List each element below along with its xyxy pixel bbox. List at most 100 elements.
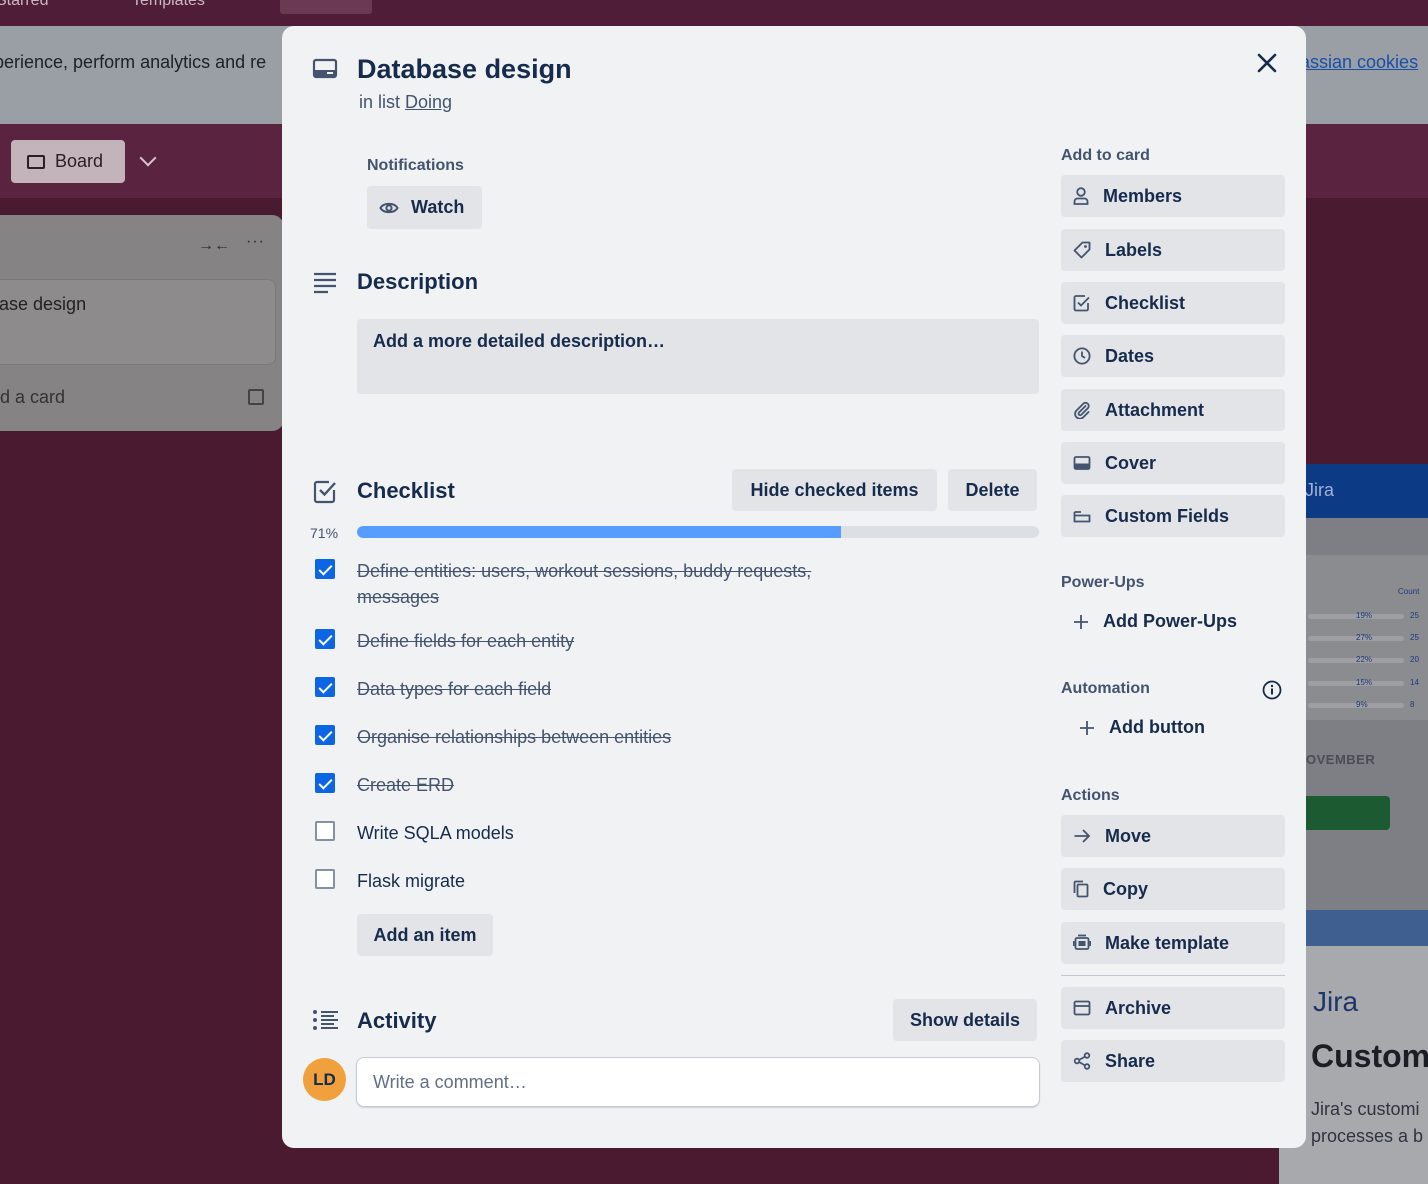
add-power-ups-label: Add Power-Ups: [1103, 611, 1238, 631]
checklist-item-text[interactable]: Define fields for each entity: [357, 628, 877, 654]
checklist-button[interactable]: Checklist: [1061, 282, 1285, 324]
collapse-icon[interactable]: →←: [198, 237, 230, 255]
checklist-item-checkbox[interactable]: [315, 725, 335, 745]
copy-icon: [1073, 880, 1089, 898]
close-button[interactable]: [1252, 48, 1282, 78]
ad-month: OVEMBER: [1306, 752, 1376, 767]
delete-checklist-button[interactable]: Delete: [948, 469, 1037, 511]
description-title: Description: [357, 269, 479, 294]
in-list-prefix: in list: [359, 92, 401, 112]
card-detail-modal: Database design in list Doing Notificati…: [282, 26, 1306, 1148]
archive-icon: [1073, 1000, 1091, 1016]
template-icon: [1073, 934, 1091, 950]
share-icon: [1073, 1052, 1091, 1070]
checklist-item-checkbox[interactable]: [315, 821, 335, 841]
card-list-info: in list Doing: [359, 92, 452, 113]
activity-title: Activity: [357, 1008, 437, 1033]
checklist-label: Checklist: [1105, 292, 1186, 313]
arrow-right-icon: [1074, 829, 1091, 843]
add-card-button[interactable]: d a card: [0, 387, 65, 408]
members-button[interactable]: Members: [1061, 175, 1285, 217]
ad-pct: 9%: [1356, 700, 1368, 709]
avatar[interactable]: LD: [303, 1058, 346, 1101]
more-icon[interactable]: ···: [246, 233, 265, 251]
list-name-link[interactable]: Doing: [405, 92, 452, 112]
members-label: Members: [1103, 185, 1183, 206]
add-power-ups-button[interactable]: Add Power-Ups: [1073, 611, 1237, 632]
board-list: →← ··· base design 7 d a card: [0, 215, 284, 431]
checklist-item-checkbox[interactable]: [315, 559, 335, 579]
watch-label: Watch: [411, 197, 465, 217]
watch-button[interactable]: Watch: [367, 186, 482, 229]
checklist-item-checkbox[interactable]: [315, 629, 335, 649]
dates-label: Dates: [1105, 345, 1155, 366]
show-details-button[interactable]: Show details: [893, 999, 1037, 1041]
checklist-item-checkbox[interactable]: [315, 677, 335, 697]
attachment-button[interactable]: Attachment: [1061, 389, 1285, 431]
archive-button[interactable]: Archive: [1061, 987, 1285, 1029]
make-template-label: Make template: [1105, 932, 1230, 953]
checklist-item-text[interactable]: Flask migrate: [357, 868, 877, 894]
checklist-item-checkbox[interactable]: [315, 869, 335, 889]
nav-templates[interactable]: Templates: [132, 0, 205, 10]
cover-button[interactable]: Cover: [1061, 442, 1285, 484]
labels-label: Labels: [1105, 239, 1163, 260]
make-template-button[interactable]: Make template: [1061, 922, 1285, 964]
ad-count: 25: [1410, 611, 1419, 620]
checklist-item-text[interactable]: Organise relationships between entities: [357, 724, 877, 750]
nav-starred[interactable]: Starred: [0, 0, 48, 10]
ad-top-label: Jira: [1305, 480, 1335, 500]
move-button[interactable]: Move: [1061, 815, 1285, 857]
template-icon[interactable]: [248, 389, 264, 405]
power-ups-label: Power-Ups: [1061, 574, 1145, 591]
checklist-progress-bar: [357, 526, 1039, 538]
close-icon: [1257, 53, 1277, 73]
add-button-button[interactable]: Add button: [1079, 717, 1205, 738]
checklist-progress-fill: [357, 526, 842, 538]
chevron-down-icon[interactable]: [139, 149, 157, 167]
share-button[interactable]: Share: [1061, 1040, 1285, 1082]
labels-button[interactable]: Labels: [1061, 229, 1285, 271]
checklist-progress-label: 71%: [310, 525, 339, 541]
custom-fields-button[interactable]: Custom Fields: [1061, 495, 1285, 537]
checklist-item-text[interactable]: Data types for each field: [357, 676, 877, 702]
copy-button[interactable]: Copy: [1061, 868, 1285, 910]
checklist-item-checkbox[interactable]: [315, 773, 335, 793]
ad-chart: Count 19% 25 27% 25 22% 20 15% 14 9% 8: [1300, 555, 1428, 720]
plus-icon: [1074, 614, 1088, 629]
ad-count: 14: [1410, 678, 1419, 687]
hide-checked-items-button[interactable]: Hide checked items: [732, 469, 937, 511]
add-item-button[interactable]: Add an item: [357, 914, 493, 956]
background-top-nav: Starred Templates: [0, 0, 1428, 26]
custom-fields-label: Custom Fields: [1105, 505, 1230, 526]
ad-pct: 27%: [1356, 633, 1373, 642]
checklist-item-text[interactable]: Write SQLA models: [357, 820, 877, 846]
automation-label: Automation: [1061, 680, 1150, 697]
cookie-banner-link[interactable]: assian cookies: [1300, 52, 1418, 73]
sidebar-divider: [1061, 975, 1285, 976]
move-label: Move: [1105, 825, 1152, 846]
info-icon[interactable]: [1262, 680, 1282, 700]
attachment-label: Attachment: [1105, 399, 1205, 420]
add-button-label: Add button: [1109, 717, 1205, 737]
checklist-item-text[interactable]: Create ERD: [357, 772, 877, 798]
comment-input[interactable]: [356, 1057, 1040, 1107]
ad-heading: Customi: [1311, 1038, 1428, 1074]
copy-label: Copy: [1103, 878, 1148, 899]
board-icon: [27, 154, 45, 169]
add-to-card-label: Add to card: [1061, 147, 1150, 164]
create-button[interactable]: [280, 0, 372, 14]
cover-label: Cover: [1105, 452, 1157, 473]
paperclip-icon: [1074, 401, 1090, 419]
ad-pct: 19%: [1356, 611, 1373, 620]
description-editor[interactable]: Add a more detailed description…: [357, 319, 1039, 394]
board-view-button[interactable]: Board: [11, 140, 125, 183]
checklist-item-text[interactable]: Define entities: users, workout sessions…: [357, 558, 877, 610]
share-label: Share: [1105, 1050, 1156, 1071]
card-title[interactable]: Database design: [357, 54, 572, 85]
dates-button[interactable]: Dates: [1061, 335, 1285, 377]
board-card[interactable]: base design 7: [0, 279, 276, 365]
actions-label: Actions: [1061, 787, 1120, 804]
checklist-icon: [1073, 295, 1090, 312]
person-icon: [1073, 187, 1089, 205]
